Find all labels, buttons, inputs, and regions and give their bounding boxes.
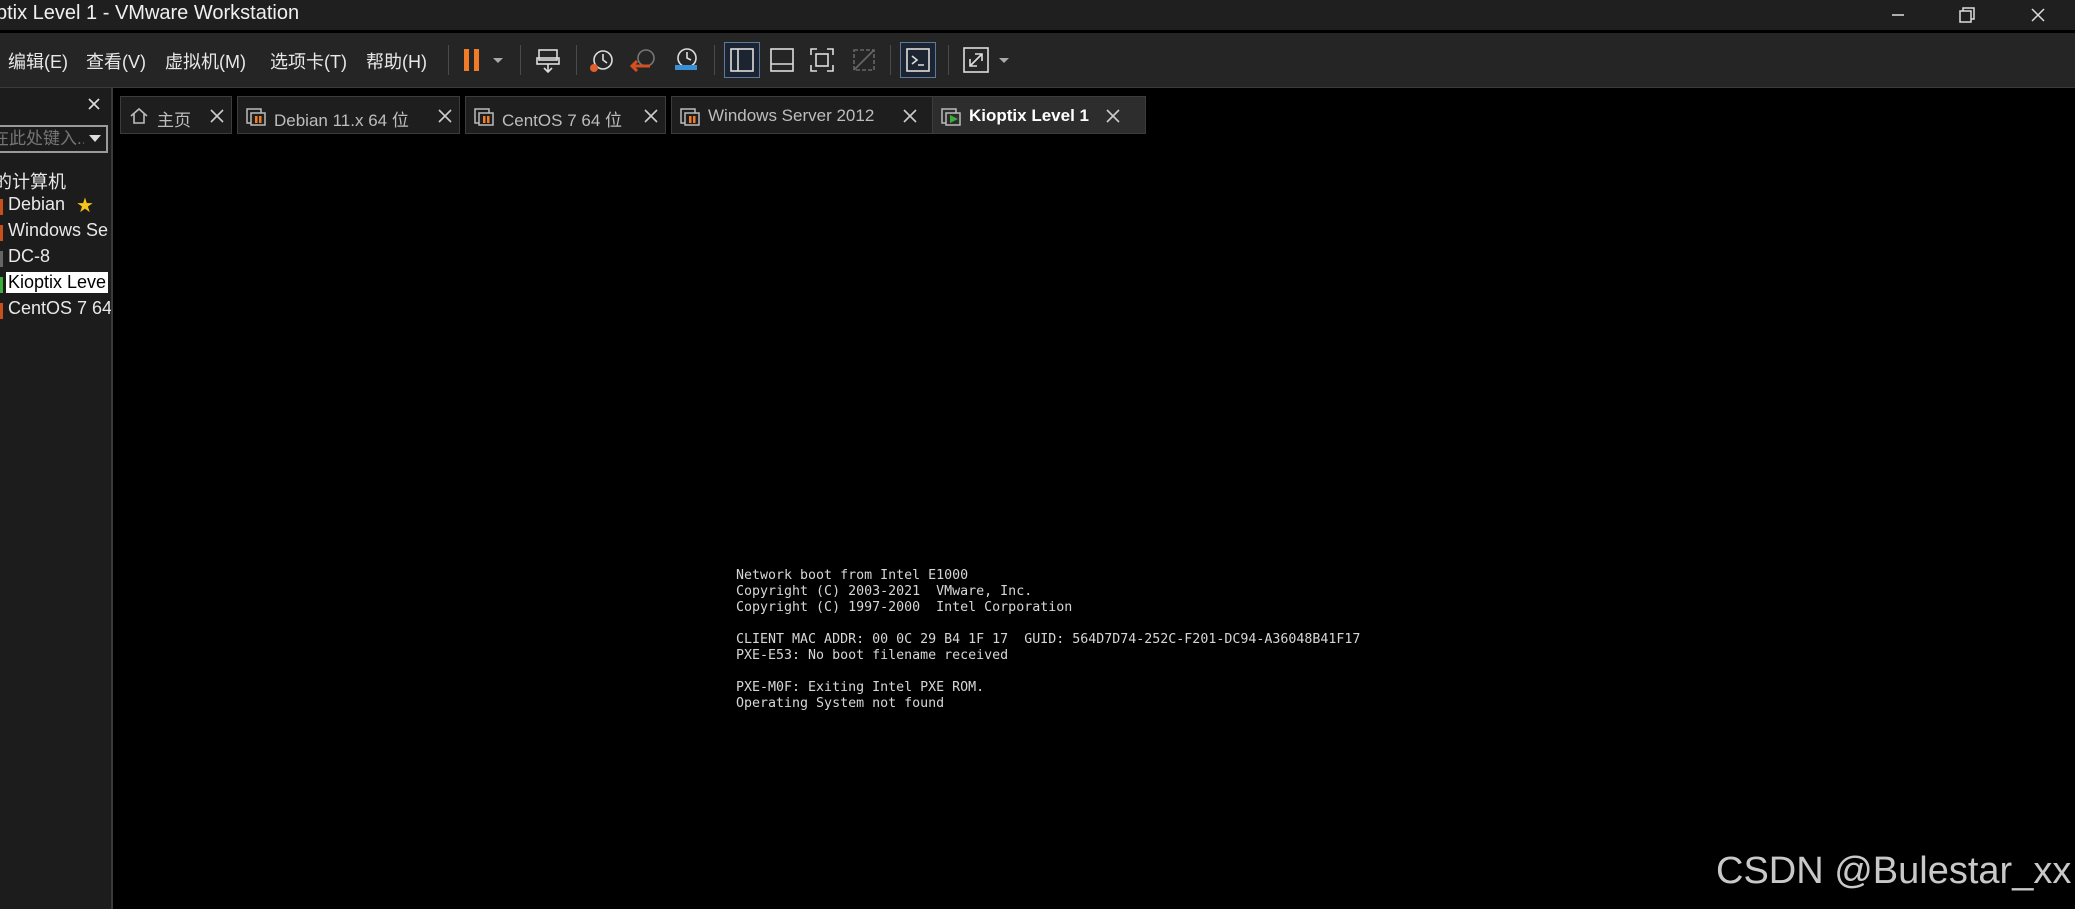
- vm-icon: [0, 199, 3, 215]
- window-title: ptix Level 1 - VMware Workstation: [0, 2, 300, 24]
- tab-label: CentOS 7 64 位: [502, 111, 623, 130]
- pause-icon: [464, 49, 479, 71]
- tab-debian[interactable]: Debian 11.x 64 位: [237, 96, 460, 134]
- console-line: Operating System not found: [736, 696, 945, 711]
- menu-help[interactable]: 帮助(H): [366, 48, 427, 74]
- snapshot-manager-button[interactable]: [668, 42, 704, 78]
- sidebar-item-dc8[interactable]: DC-8: [0, 245, 111, 271]
- sidebar-item-label: Windows Se: [8, 220, 109, 240]
- stretch-button[interactable]: [958, 42, 994, 78]
- tab-strip: 主页 Debian 11.x 64 位 CentOS 7 64 位 Window…: [115, 88, 2075, 134]
- home-icon: [130, 107, 148, 124]
- unity-button[interactable]: [846, 42, 882, 78]
- my-computer-node[interactable]: 的计算机: [0, 168, 66, 194]
- snapshot-manager-icon: [675, 48, 697, 70]
- toolbar-separator: [520, 45, 521, 75]
- snapshot-icon: [590, 50, 613, 72]
- vm-paused-icon: [680, 108, 700, 126]
- close-window-button[interactable]: [2008, 0, 2068, 30]
- title-bar: ptix Level 1 - VMware Workstation: [0, 0, 2075, 30]
- menu-view[interactable]: 查看(V): [86, 48, 146, 74]
- console-line: PXE-E53: No boot filename received: [736, 648, 1009, 663]
- tab-label: Windows Server 2012: [708, 106, 875, 125]
- chevron-down-icon[interactable]: [88, 134, 102, 144]
- send-keys-icon: [536, 49, 560, 74]
- close-icon[interactable]: [902, 108, 918, 124]
- dropdown-icon: [999, 58, 1009, 63]
- sidebar-item-debian[interactable]: Debian ★: [0, 193, 111, 219]
- sidebar-item-label: DC-8: [8, 246, 51, 266]
- close-icon[interactable]: [84, 94, 104, 114]
- tab-home[interactable]: 主页: [120, 96, 232, 134]
- vm-icon: [0, 303, 3, 319]
- toolbar-separator: [448, 45, 449, 75]
- console-view-button[interactable]: [900, 42, 936, 78]
- close-icon[interactable]: [1105, 108, 1121, 124]
- library-search[interactable]: [0, 125, 108, 153]
- show-library-button[interactable]: [724, 42, 760, 78]
- sidebar-item-kioptix[interactable]: Kioptix Leve: [0, 271, 111, 297]
- vm-console-output[interactable]: Network boot from Intel E1000 Copyright (…: [736, 552, 1360, 728]
- restore-button[interactable]: [1937, 0, 1997, 30]
- close-icon[interactable]: [437, 108, 453, 124]
- send-ctrl-alt-del-button[interactable]: [530, 42, 566, 78]
- watermark: CSDN @Bulestar_xx: [1716, 850, 2072, 892]
- vm-paused-icon: [246, 108, 266, 126]
- tab-kioptix[interactable]: Kioptix Level 1: [932, 96, 1146, 134]
- sidebar-item-label: Debian: [8, 194, 66, 214]
- vm-icon: [0, 225, 3, 241]
- console-line: Copyright (C) 2003-2021 VMware, Inc.: [736, 584, 1033, 599]
- vm-icon: [0, 277, 3, 293]
- take-snapshot-button[interactable]: [584, 42, 620, 78]
- menu-tabs[interactable]: 选项卡(T): [270, 48, 347, 74]
- star-icon: ★: [76, 195, 94, 217]
- pause-dropdown[interactable]: [486, 42, 510, 78]
- vm-paused-icon: [474, 108, 494, 126]
- toolbar-separator: [576, 45, 577, 75]
- vm-running-icon: [941, 108, 961, 126]
- toolbar-separator: [714, 45, 715, 75]
- minimize-button[interactable]: [1868, 0, 1928, 30]
- sidebar-item-label: CentOS 7 64: [8, 298, 113, 318]
- console-line: CLIENT MAC ADDR: 00 0C 29 B4 1F 17 GUID:…: [736, 632, 1361, 647]
- revert-snapshot-icon: [630, 49, 655, 73]
- minimize-icon: [1892, 14, 1904, 16]
- menu-toolbar-bar: 编辑(E) 查看(V) 虚拟机(M) 选项卡(T) 帮助(H): [0, 33, 2075, 88]
- revert-snapshot-button[interactable]: [626, 42, 662, 78]
- close-icon[interactable]: [209, 108, 225, 124]
- tab-centos[interactable]: CentOS 7 64 位: [465, 96, 666, 134]
- stretch-dropdown[interactable]: [994, 42, 1014, 78]
- console-line: PXE-M0F: Exiting Intel PXE ROM.: [736, 680, 985, 695]
- tab-label: Kioptix Level 1: [969, 106, 1089, 125]
- library-sidebar: 的计算机 Debian ★ Windows Se DC-8 Kioptix Le…: [0, 88, 113, 909]
- restore-icon: [1959, 7, 1975, 23]
- menu-vm[interactable]: 虚拟机(M): [165, 48, 246, 74]
- toolbar-separator: [948, 45, 949, 75]
- console-line: Network boot from Intel E1000: [736, 568, 969, 583]
- console-view-icon: [906, 48, 930, 72]
- thumbnail-bar-icon: [770, 48, 794, 72]
- close-icon[interactable]: [643, 108, 659, 124]
- fullscreen-button[interactable]: [804, 42, 840, 78]
- dropdown-icon: [493, 58, 503, 63]
- menu-edit[interactable]: 编辑(E): [8, 48, 68, 74]
- pause-button[interactable]: [454, 42, 490, 78]
- sidebar-item-centos[interactable]: CentOS 7 64: [0, 297, 113, 323]
- close-icon: [2031, 8, 2045, 22]
- vm-icon: [0, 251, 3, 267]
- unity-icon: [853, 49, 875, 71]
- console-line: Copyright (C) 1997-2000 Intel Corporatio…: [736, 600, 1073, 615]
- toolbar-separator: [890, 45, 891, 75]
- stretch-icon: [963, 47, 989, 73]
- sidebar-item-windows-server[interactable]: Windows Se: [0, 219, 111, 245]
- fullscreen-icon: [810, 48, 834, 72]
- tab-label: Debian 11.x 64 位: [274, 111, 409, 130]
- show-library-icon: [730, 48, 754, 72]
- library-search-input[interactable]: [0, 127, 84, 151]
- thumbnail-bar-button[interactable]: [764, 42, 800, 78]
- tab-label: 主页: [157, 111, 191, 130]
- sidebar-item-label: Kioptix Leve: [6, 272, 109, 293]
